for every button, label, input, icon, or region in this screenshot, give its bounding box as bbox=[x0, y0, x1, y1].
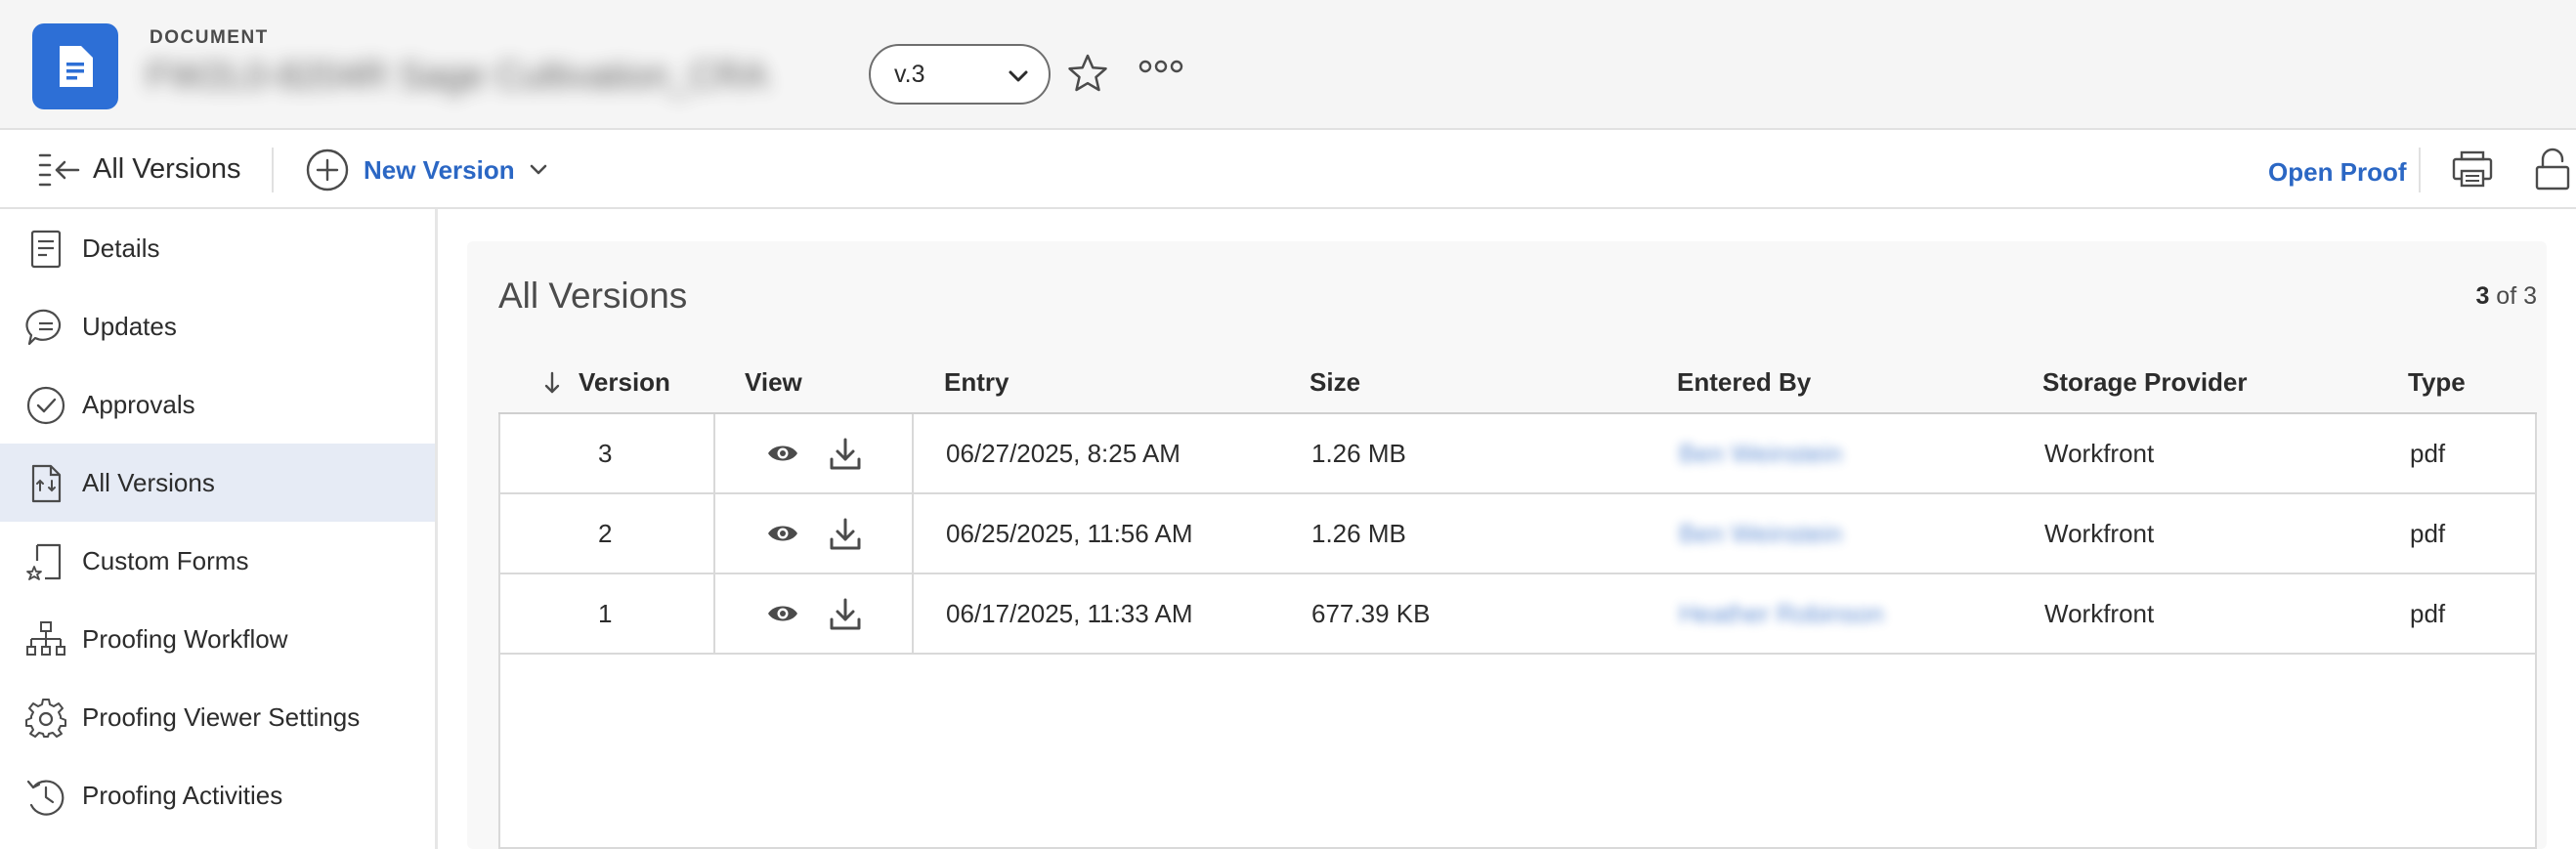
column-divider bbox=[713, 574, 715, 653]
more-icon bbox=[1138, 60, 1183, 73]
row-count: 3 of 3 bbox=[2475, 282, 2537, 311]
cell-version: 2 bbox=[598, 519, 613, 548]
sidebar-item-label: Custom Forms bbox=[82, 545, 249, 575]
cell-entry: 06/17/2025, 11:33 AM bbox=[946, 599, 1193, 628]
cell-entry: 06/25/2025, 11:56 AM bbox=[946, 519, 1193, 548]
sidebar-item-label: Proofing Workflow bbox=[82, 623, 288, 654]
printer-icon bbox=[2452, 150, 2493, 188]
column-divider bbox=[713, 494, 715, 573]
details-icon bbox=[30, 230, 62, 269]
document-name: FW2L0-8204R Sage Cultivation_CRA bbox=[147, 56, 768, 97]
download-icon[interactable] bbox=[829, 598, 862, 631]
all-versions-icon bbox=[31, 464, 62, 503]
column-divider bbox=[912, 494, 914, 573]
column-header-size[interactable]: Size bbox=[1309, 367, 1360, 398]
main-content: All Versions 3 of 3 Version View Entry S… bbox=[438, 209, 2576, 849]
sidebar-item-proofing-activities[interactable]: Proofing Activities bbox=[0, 756, 435, 834]
collapse-list-icon bbox=[38, 153, 80, 187]
print-proof-button[interactable] bbox=[2451, 149, 2494, 189]
column-header-version[interactable]: Version bbox=[579, 367, 670, 398]
column-divider bbox=[713, 414, 715, 492]
download-icon[interactable] bbox=[829, 438, 862, 471]
cell-storage-provider: Workfront bbox=[2044, 519, 2155, 548]
toolbar-divider bbox=[2419, 148, 2421, 192]
column-divider bbox=[912, 574, 914, 653]
proofing-workflow-icon bbox=[26, 621, 65, 656]
new-version-button[interactable]: New Version bbox=[305, 148, 548, 192]
sidebar-item-proofing-viewer-settings[interactable]: Proofing Viewer Settings bbox=[0, 678, 435, 756]
table-row[interactable]: 2 06/25/2025, 11:56 AM 1.26 MB Ben Weins… bbox=[500, 494, 2535, 574]
more-options-button[interactable] bbox=[1138, 59, 1183, 74]
updates-icon bbox=[25, 309, 62, 346]
row-count-current: 3 bbox=[2475, 282, 2490, 310]
cell-type: pdf bbox=[2410, 599, 2446, 628]
document-type-label: DOCUMENT bbox=[150, 27, 269, 48]
lock-icon bbox=[2535, 148, 2570, 191]
toolbar-divider bbox=[272, 148, 274, 192]
table-header: Version View Entry Size Entered By Stora… bbox=[498, 348, 2537, 414]
cell-size: 677.39 KB bbox=[1311, 599, 1431, 628]
table-row[interactable]: 3 06/27/2025, 8:25 AM 1.26 MB Ben Weinst… bbox=[500, 414, 2535, 494]
approvals-icon bbox=[26, 386, 65, 425]
chevron-down-icon bbox=[1009, 70, 1028, 82]
column-header-entry[interactable]: Entry bbox=[944, 367, 1009, 398]
eye-icon[interactable] bbox=[766, 598, 799, 629]
eye-icon[interactable] bbox=[766, 518, 799, 549]
sidebar-item-updates[interactable]: Updates bbox=[0, 287, 435, 365]
open-proof-link[interactable]: Open Proof bbox=[2268, 157, 2407, 188]
cell-type: pdf bbox=[2410, 519, 2446, 548]
custom-forms-icon bbox=[26, 543, 62, 580]
toolbar-title: All Versions bbox=[93, 153, 241, 185]
new-version-label: New Version bbox=[364, 154, 515, 185]
sidebar-item-label: All Versions bbox=[82, 467, 215, 497]
sidebar-nav: Details Updates Approvals All Versions C… bbox=[0, 209, 438, 849]
sidebar-item-proofing-workflow[interactable]: Proofing Workflow bbox=[0, 600, 435, 678]
column-header-entered-by[interactable]: Entered By bbox=[1677, 367, 1811, 398]
document-icon bbox=[32, 23, 118, 109]
proofing-activities-icon bbox=[26, 780, 64, 816]
version-select-value: v.3 bbox=[894, 60, 925, 88]
column-header-view: View bbox=[745, 367, 802, 397]
sort-descending-icon[interactable] bbox=[543, 371, 561, 395]
chevron-down-icon bbox=[530, 164, 546, 175]
sidebar-item-details[interactable]: Details bbox=[0, 209, 435, 287]
sidebar-item-label: Approvals bbox=[82, 389, 195, 419]
column-header-storage-provider[interactable]: Storage Provider bbox=[2042, 367, 2248, 398]
eye-icon[interactable] bbox=[766, 438, 799, 469]
version-select[interactable]: v.3 bbox=[869, 44, 1051, 105]
gear-icon bbox=[25, 699, 66, 738]
download-icon[interactable] bbox=[829, 518, 862, 551]
cell-entered-by-link[interactable]: Heather Robinson bbox=[1679, 574, 1884, 653]
favorite-button[interactable] bbox=[1067, 53, 1108, 94]
cell-version: 1 bbox=[598, 599, 613, 628]
star-icon bbox=[1068, 54, 1107, 92]
table-row[interactable]: 1 06/17/2025, 11:33 AM 677.39 KB Heather… bbox=[500, 574, 2535, 655]
sidebar-item-label: Proofing Viewer Settings bbox=[82, 701, 361, 732]
cell-entry: 06/27/2025, 8:25 AM bbox=[946, 439, 1181, 468]
cell-type: pdf bbox=[2410, 439, 2446, 468]
plus-circle-icon bbox=[306, 149, 349, 191]
sidebar-item-approvals[interactable]: Approvals bbox=[0, 365, 435, 444]
collapse-panel-button[interactable] bbox=[37, 151, 80, 189]
cell-size: 1.26 MB bbox=[1311, 519, 1406, 548]
sidebar-item-label: Details bbox=[82, 233, 160, 263]
column-divider bbox=[912, 414, 914, 492]
cell-size: 1.26 MB bbox=[1311, 439, 1406, 468]
cell-storage-provider: Workfront bbox=[2044, 439, 2155, 468]
lock-button[interactable] bbox=[2533, 148, 2572, 191]
cell-entered-by-link[interactable]: Ben Weinstein bbox=[1679, 414, 1842, 492]
column-header-type[interactable]: Type bbox=[2408, 367, 2466, 398]
versions-table: 3 06/27/2025, 8:25 AM 1.26 MB Ben Weinst… bbox=[498, 414, 2537, 849]
sidebar-item-label: Updates bbox=[82, 311, 177, 341]
sidebar-item-custom-forms[interactable]: Custom Forms bbox=[0, 522, 435, 600]
cell-entered-by-link[interactable]: Ben Weinstein bbox=[1679, 494, 1842, 573]
page-title: All Versions bbox=[498, 276, 688, 316]
cell-storage-provider: Workfront bbox=[2044, 599, 2155, 628]
sidebar-item-label: Proofing Activities bbox=[82, 780, 283, 810]
document-header: DOCUMENT FW2L0-8204R Sage Cultivation_CR… bbox=[0, 0, 2576, 130]
sidebar-item-all-versions[interactable]: All Versions bbox=[0, 444, 435, 522]
row-count-total: of 3 bbox=[2496, 282, 2537, 310]
cell-version: 3 bbox=[598, 439, 613, 468]
versions-toolbar: All Versions New Version Open Proof bbox=[0, 130, 2576, 209]
